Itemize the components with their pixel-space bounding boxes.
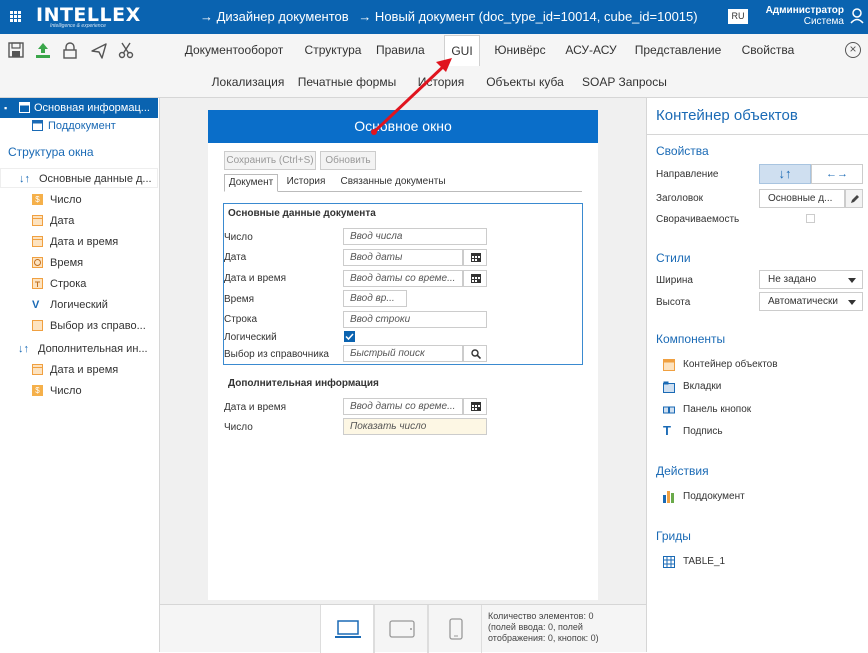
table-icon — [663, 556, 675, 568]
chevron-down-icon — [848, 300, 856, 305]
container-icon — [663, 359, 675, 371]
section-components: Компоненты — [656, 332, 726, 346]
status-bar: Количество элементов: 0 (полей ввода: 0,… — [160, 604, 646, 653]
phone-icon — [449, 618, 463, 640]
tablet-icon — [389, 620, 415, 638]
height-select[interactable]: Автоматически — [759, 292, 863, 311]
chevron-down-icon — [848, 278, 856, 283]
collapsible-label: Сворачиваемость — [656, 214, 740, 225]
direction-vertical-button[interactable]: ↓↑ — [759, 164, 811, 184]
edit-caption-button[interactable] — [845, 189, 863, 208]
direction-horizontal-button[interactable]: ←→ — [811, 164, 863, 184]
device-desktop[interactable] — [320, 605, 374, 653]
device-tablet[interactable] — [374, 605, 428, 653]
text-t-icon: T — [663, 423, 671, 438]
caption-label: Заголовок — [656, 193, 704, 204]
laptop-icon — [335, 620, 361, 638]
height-label: Высота — [656, 297, 691, 308]
device-phone[interactable] — [428, 605, 482, 653]
section-grids: Гриды — [656, 529, 691, 543]
collapsible-checkbox[interactable] — [806, 214, 815, 223]
panel-title: Контейнер объектов — [656, 107, 798, 124]
width-label: Ширина — [656, 275, 693, 286]
section-properties: Свойства — [656, 144, 709, 158]
tabs-icon — [663, 381, 675, 393]
section-styles: Стили — [656, 251, 691, 265]
element-count: Количество элементов: 0 (полей ввода: 0,… — [488, 611, 599, 643]
divider — [647, 134, 868, 135]
caption-input[interactable]: Основные д... — [759, 189, 845, 208]
subdocument-icon — [663, 491, 674, 503]
section-actions: Действия — [656, 464, 709, 478]
width-value: Не задано — [768, 274, 817, 285]
height-value: Автоматически — [768, 296, 838, 307]
button-panel-icon — [663, 406, 675, 414]
direction-label: Направление — [656, 169, 719, 180]
width-select[interactable]: Не задано — [759, 270, 863, 289]
pencil-icon — [851, 195, 859, 203]
properties-panel: Контейнер объектов Свойства Направление … — [646, 98, 868, 652]
